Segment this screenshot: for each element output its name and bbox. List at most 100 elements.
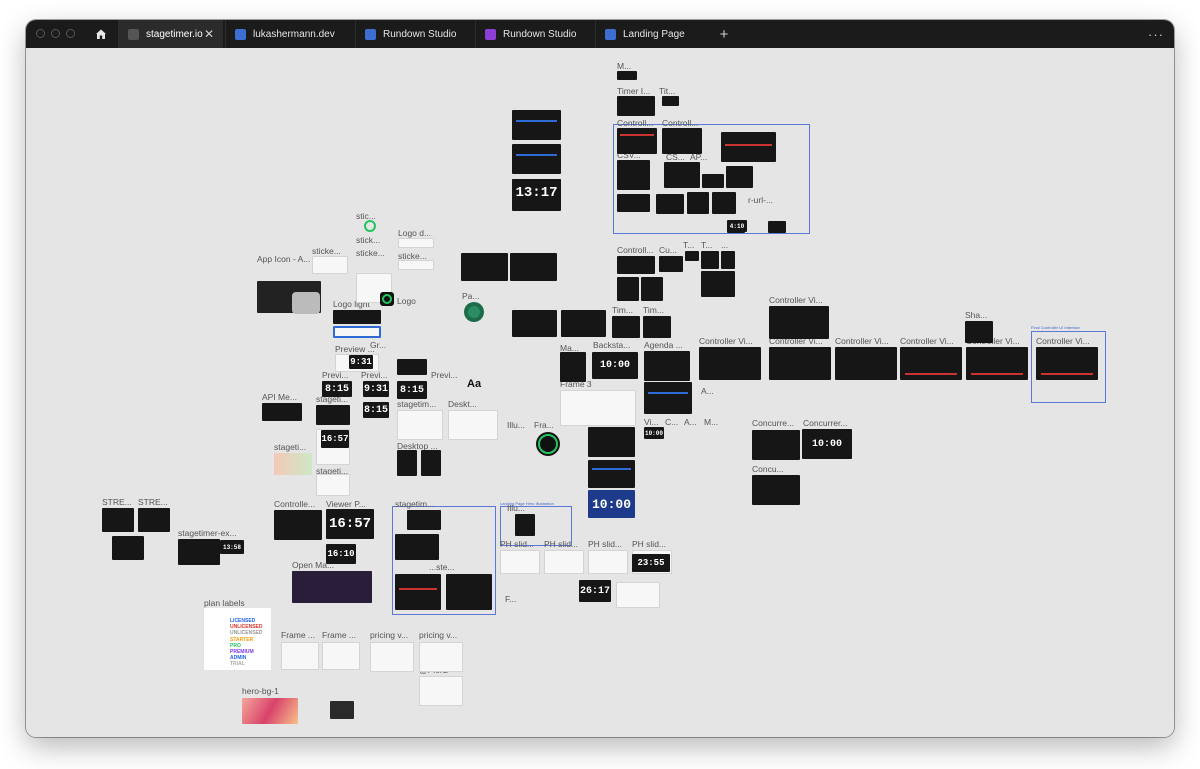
frame-thumbnail[interactable] [617,96,655,116]
zoom-window-button[interactable] [66,29,75,38]
new-tab-button[interactable]: + [714,20,734,48]
frame-thumbnail[interactable] [617,71,637,80]
frame-thumbnail[interactable] [769,306,829,339]
home-button[interactable] [88,20,114,48]
frame-thumbnail[interactable] [588,427,635,457]
frame-thumbnail[interactable] [500,550,540,574]
timer-display[interactable]: 9:31 [349,355,373,369]
frame-thumbnail[interactable] [407,510,441,530]
frame-thumbnail[interactable] [643,316,671,338]
frame-thumbnail[interactable] [702,174,724,188]
frame-thumbnail[interactable] [617,277,639,301]
frame-thumbnail[interactable] [721,132,776,162]
frame-thumbnail[interactable] [726,166,753,188]
frame-thumbnail[interactable] [965,321,993,343]
timer-display[interactable]: 26:17 [579,580,611,602]
frame-thumbnail[interactable] [588,550,628,574]
timer-display[interactable]: 8:15 [363,402,389,418]
frame-thumbnail[interactable] [588,460,635,488]
frame-thumbnail[interactable] [397,410,443,440]
timer-display[interactable]: 13:58 [220,540,244,554]
frame-thumbnail[interactable] [561,310,606,337]
close-tab-icon[interactable]: ✕ [204,27,214,41]
frame-thumbnail[interactable] [419,642,463,672]
frame-thumbnail[interactable] [370,642,414,672]
timer-display[interactable]: 8:15 [397,381,427,399]
frame-thumbnail[interactable] [178,539,220,565]
frame-thumbnail[interactable] [395,574,441,610]
hero-bg-frame[interactable] [242,698,298,724]
timer-display[interactable]: 4:10 [727,220,747,232]
frame-thumbnail[interactable] [510,253,557,281]
frame-thumbnail[interactable] [262,403,302,421]
frame-thumbnail[interactable] [712,192,736,214]
timer-display[interactable]: 16:10 [326,544,356,564]
frame-thumbnail[interactable] [102,508,134,532]
frame-thumbnail[interactable] [644,351,690,381]
timer-display[interactable]: 10:00 [588,490,635,518]
frame-thumbnail[interactable] [699,347,761,380]
tab-landing-page[interactable]: Landing Page [595,20,710,48]
frame-thumbnail[interactable] [769,347,831,380]
frame-thumbnail[interactable] [112,536,144,560]
timer-display[interactable]: 23:55 [632,554,670,572]
frame-thumbnail[interactable] [835,347,897,380]
frame-thumbnail[interactable] [512,144,561,174]
frame-thumbnail[interactable] [616,582,660,608]
frame-thumbnail[interactable] [644,382,692,414]
frame-thumbnail[interactable] [664,162,700,188]
frame-thumbnail[interactable] [721,251,735,269]
frame-thumbnail[interactable] [274,510,322,540]
frame-thumbnail[interactable] [687,192,709,214]
frame-thumbnail[interactable] [685,251,699,261]
frame-thumbnail[interactable] [398,260,434,270]
frame-thumbnail[interactable] [330,701,354,719]
frame-thumbnail[interactable] [617,128,657,154]
frame-thumbnail[interactable] [752,475,800,505]
frame-thumbnail[interactable] [421,450,441,476]
plan-labels-frame[interactable]: LICENSED UNLICENSED UNLICENSED STARTER P… [204,608,271,670]
frame-thumbnail[interactable] [448,410,498,440]
timer-display[interactable]: 16:57 [326,509,374,539]
frame-thumbnail[interactable] [659,256,683,272]
frame-thumbnail[interactable] [560,352,586,382]
timer-display[interactable]: 9:31 [363,381,389,397]
frame-thumbnail[interactable] [281,642,319,670]
timer-display[interactable]: 16:57 [321,430,349,448]
frame-thumbnail[interactable] [641,277,663,301]
frame-thumbnail[interactable] [515,514,535,536]
frame-thumbnail[interactable] [512,110,561,140]
frame-thumbnail[interactable] [900,347,962,380]
frame-thumbnail[interactable] [752,430,800,460]
logo-light-selected[interactable] [333,326,381,338]
frame-thumbnail[interactable] [617,256,655,274]
frame-thumbnail[interactable] [617,160,650,190]
frame-thumbnail[interactable] [1036,347,1098,380]
frame-thumbnail[interactable] [662,96,679,106]
frame-thumbnail[interactable] [395,534,439,560]
timer-display[interactable]: 10:00 [644,427,664,439]
timer-display[interactable]: 10:00 [802,429,852,459]
frame-thumbnail[interactable] [966,347,1028,380]
timer-display[interactable]: 8:15 [322,381,352,397]
frame-thumbnail[interactable] [316,405,350,425]
tab-rundown-studio-1[interactable]: Rundown Studio [355,20,475,48]
frame-thumbnail[interactable] [398,238,434,248]
frame-thumbnail[interactable] [461,253,508,281]
frame-thumbnail[interactable] [768,221,786,233]
frame-thumbnail[interactable] [292,571,372,603]
frame-thumbnail[interactable] [322,642,360,670]
frame-thumbnail[interactable] [617,194,650,212]
frame-thumbnail[interactable] [138,508,170,532]
frame-thumbnail[interactable] [544,550,584,574]
frame-thumbnail[interactable] [397,450,417,476]
frame-thumbnail[interactable] [274,453,312,475]
timer-display[interactable]: 10:00 [592,352,638,379]
frame-thumbnail[interactable] [419,676,463,706]
tab-lukashermann[interactable]: lukashermann.dev [225,20,350,48]
frame-thumbnail[interactable] [397,359,427,375]
tab-rundown-studio-2[interactable]: Rundown Studio [475,20,595,48]
tab-stagetimer[interactable]: stagetimer.io ✕ [118,20,223,48]
frame-thumbnail[interactable] [701,251,719,269]
frame-thumbnail[interactable] [560,390,636,426]
